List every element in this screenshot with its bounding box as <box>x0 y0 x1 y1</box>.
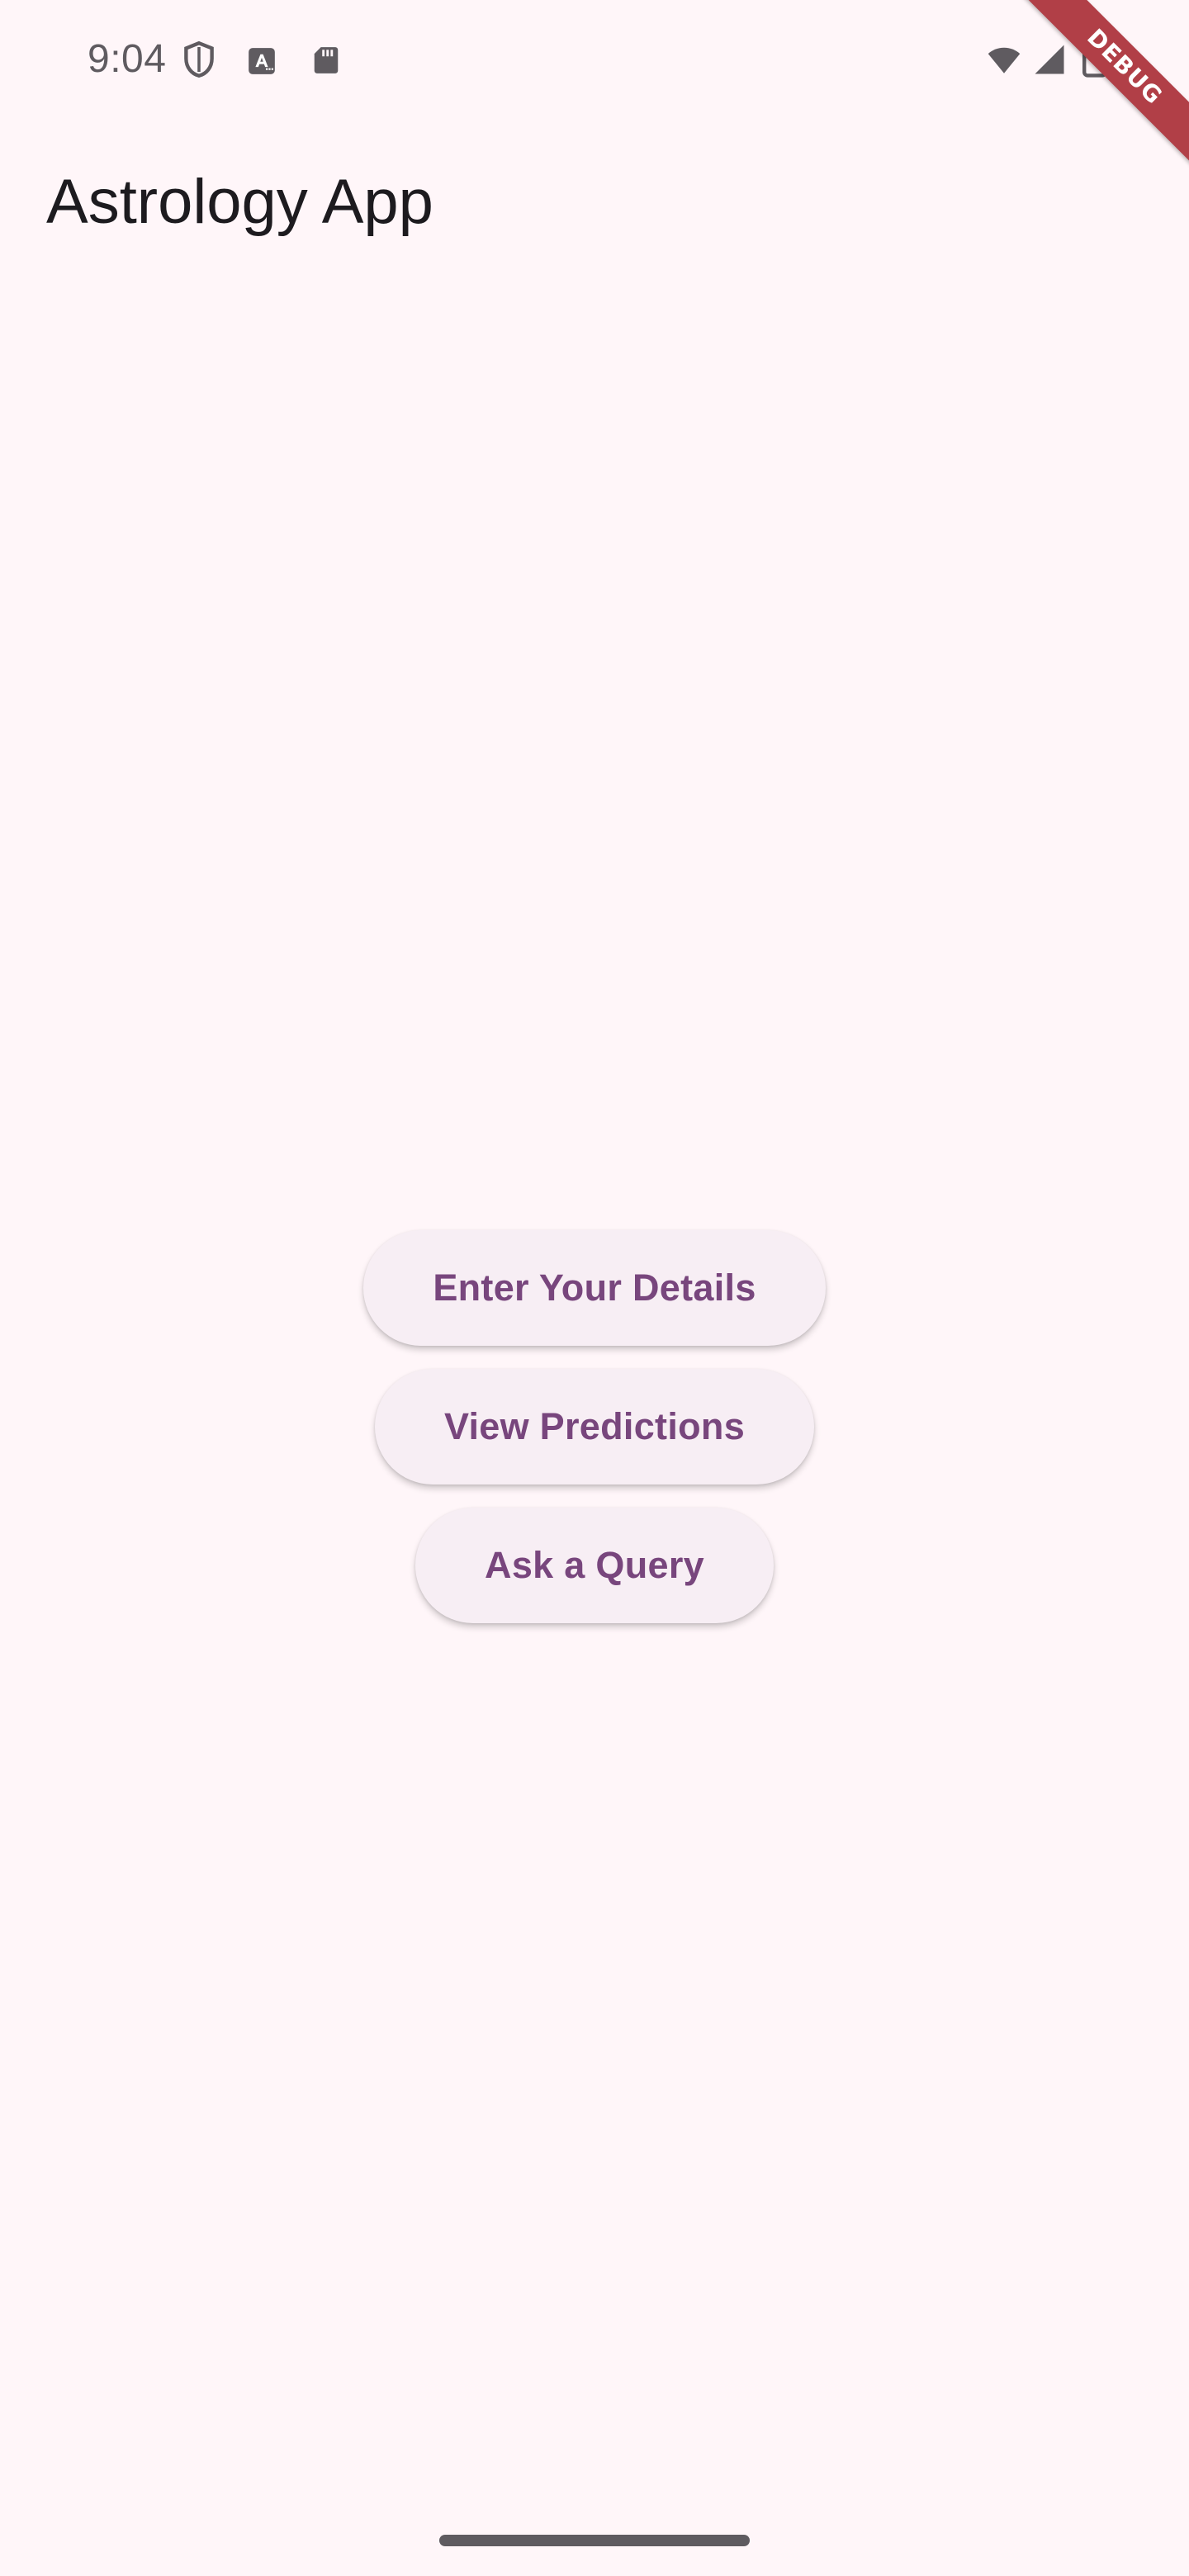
home-indicator[interactable] <box>439 2535 750 2546</box>
page-title: Astrology App <box>46 167 433 237</box>
wifi-icon <box>988 47 1021 73</box>
enter-details-button[interactable]: Enter Your Details <box>363 1230 826 1346</box>
main-actions: Enter Your Details View Predictions Ask … <box>0 1230 1189 1623</box>
view-predictions-button[interactable]: View Predictions <box>374 1369 815 1485</box>
shield-icon <box>184 40 214 78</box>
status-time: 9:04 <box>88 37 167 81</box>
a-badge-icon <box>249 48 275 74</box>
status-bar: 9:04 <box>0 0 1189 119</box>
app-bar: Astrology App <box>0 119 1189 284</box>
signal-icon <box>1035 45 1064 74</box>
sdcard-icon <box>314 47 339 73</box>
battery-icon <box>1082 40 1108 78</box>
ask-query-button[interactable]: Ask a Query <box>415 1508 774 1623</box>
